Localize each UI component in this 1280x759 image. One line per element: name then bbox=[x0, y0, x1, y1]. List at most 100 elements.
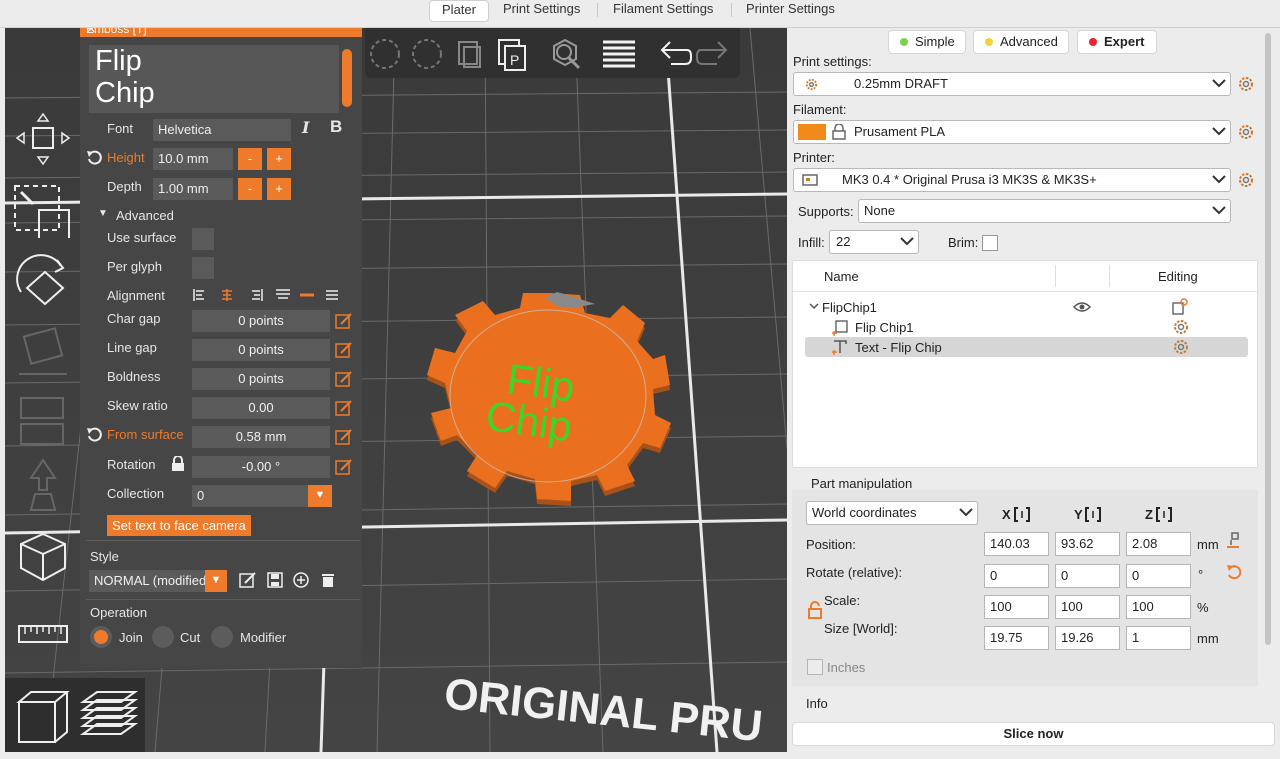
undo-icon[interactable] bbox=[653, 34, 693, 74]
paint-supports-icon[interactable] bbox=[13, 456, 73, 514]
filament-combo[interactable]: Prusament PLA bbox=[793, 120, 1231, 144]
gear-icon[interactable] bbox=[1237, 75, 1255, 93]
italic-icon[interactable]: I bbox=[302, 118, 309, 137]
size-x-input[interactable]: 19.75 bbox=[984, 626, 1049, 650]
cut-icon[interactable] bbox=[13, 390, 73, 448]
height-minus-button[interactable]: - bbox=[238, 148, 262, 170]
supports-combo[interactable]: None bbox=[858, 199, 1231, 223]
3d-view-icon[interactable] bbox=[11, 684, 75, 748]
gear-icon[interactable] bbox=[1172, 318, 1190, 336]
unlock-icon[interactable] bbox=[807, 601, 823, 619]
height-input[interactable]: 10.0 mm bbox=[153, 148, 233, 170]
boldness-slider[interactable]: 0 points bbox=[192, 368, 330, 390]
rotate-z-input[interactable]: 0 bbox=[1126, 564, 1191, 588]
edit-icon[interactable] bbox=[335, 312, 353, 330]
redo-icon[interactable] bbox=[695, 34, 735, 74]
printer-combo[interactable]: MK3 0.4 * Original Prusa i3 MK3S & MK3S+ bbox=[793, 168, 1231, 192]
edit-icon[interactable] bbox=[335, 428, 353, 446]
skew-ratio-slider[interactable]: 0.00 bbox=[192, 397, 330, 419]
edit-icon[interactable] bbox=[335, 399, 353, 417]
search-icon[interactable] bbox=[545, 34, 585, 74]
infill-combo[interactable]: 22 bbox=[829, 230, 919, 254]
operation-join-radio[interactable] bbox=[90, 626, 112, 648]
depth-plus-button[interactable]: + bbox=[267, 178, 291, 200]
emboss-titlebar[interactable]: Emboss [T] ✕ bbox=[80, 28, 362, 37]
chevron-down-icon[interactable]: ▼ bbox=[308, 485, 332, 507]
position-y-input[interactable]: 93.62 bbox=[1055, 532, 1120, 556]
tab-plater[interactable]: Plater bbox=[429, 0, 489, 22]
reset-icon[interactable] bbox=[86, 426, 102, 442]
measure-icon[interactable] bbox=[13, 612, 73, 670]
mode-simple-button[interactable]: Simple bbox=[888, 30, 966, 54]
collection-select[interactable]: 0 bbox=[192, 485, 308, 507]
mode-expert-button[interactable]: Expert bbox=[1077, 30, 1157, 54]
position-x-input[interactable]: 140.03 bbox=[984, 532, 1049, 556]
place-on-face-icon[interactable] bbox=[13, 324, 73, 382]
save-icon[interactable] bbox=[266, 571, 284, 589]
scale-icon[interactable] bbox=[13, 180, 73, 238]
close-icon[interactable]: ✕ bbox=[86, 28, 356, 36]
object-settings-icon[interactable] bbox=[1171, 298, 1189, 316]
chevron-down-icon[interactable]: ▼ bbox=[98, 208, 108, 219]
reset-icon[interactable] bbox=[86, 149, 102, 165]
font-field[interactable]: Helvetica bbox=[153, 119, 291, 141]
line-gap-slider[interactable]: 0 points bbox=[192, 339, 330, 361]
operation-cut-radio[interactable] bbox=[152, 626, 174, 648]
mode-advanced-button[interactable]: Advanced bbox=[973, 30, 1069, 54]
copy-icon[interactable] bbox=[449, 34, 489, 74]
slice-now-button[interactable]: Slice now bbox=[792, 722, 1275, 746]
drop-to-bed-icon[interactable] bbox=[1225, 531, 1241, 549]
add-icon[interactable] bbox=[292, 571, 310, 589]
depth-input[interactable]: 1.00 mm bbox=[153, 178, 233, 200]
tab-filament-settings[interactable]: Filament Settings bbox=[607, 0, 719, 22]
advanced-toggle[interactable]: Advanced bbox=[116, 208, 174, 223]
height-plus-button[interactable]: + bbox=[267, 148, 291, 170]
inches-checkbox[interactable] bbox=[807, 659, 823, 675]
edit-icon[interactable] bbox=[335, 458, 353, 476]
layers-icon[interactable] bbox=[599, 34, 639, 74]
preview-layers-icon[interactable] bbox=[77, 684, 141, 748]
per-glyph-checkbox[interactable] bbox=[192, 257, 214, 279]
list-item[interactable]: FlipChip1 bbox=[793, 297, 1259, 317]
add-icon[interactable] bbox=[365, 34, 405, 74]
emboss-text-input[interactable]: Flip Chip bbox=[89, 45, 339, 113]
from-surface-slider[interactable]: 0.58 mm bbox=[192, 426, 330, 448]
reset-rotation-icon[interactable] bbox=[1225, 563, 1243, 581]
list-item-selected[interactable]: Text - Flip Chip bbox=[805, 337, 1248, 357]
edit-style-icon[interactable] bbox=[239, 571, 257, 589]
size-y-input[interactable]: 19.26 bbox=[1055, 626, 1120, 650]
move-icon[interactable] bbox=[13, 110, 73, 168]
seam-paint-icon[interactable] bbox=[13, 528, 73, 586]
list-item[interactable]: Flip Chip1 bbox=[793, 317, 1259, 337]
gear-icon[interactable] bbox=[1172, 338, 1190, 356]
rotation-slider[interactable]: -0.00 ° bbox=[192, 456, 330, 478]
bold-icon[interactable]: B bbox=[330, 117, 342, 137]
paste-icon[interactable]: P bbox=[491, 34, 531, 74]
chevron-down-icon[interactable] bbox=[809, 303, 819, 310]
scale-z-input[interactable]: 100 bbox=[1126, 595, 1191, 619]
tab-print-settings[interactable]: Print Settings bbox=[497, 0, 586, 22]
lock-icon[interactable] bbox=[170, 456, 186, 472]
gear-icon[interactable] bbox=[1237, 171, 1255, 189]
print-settings-combo[interactable]: 0.25mm DRAFT bbox=[793, 72, 1231, 96]
text-scrollbar[interactable] bbox=[342, 49, 352, 107]
char-gap-slider[interactable]: 0 points bbox=[192, 310, 330, 332]
coordinates-combo[interactable]: World coordinates bbox=[806, 501, 978, 525]
tab-printer-settings[interactable]: Printer Settings bbox=[740, 0, 841, 22]
brim-checkbox[interactable] bbox=[982, 235, 998, 251]
depth-minus-button[interactable]: - bbox=[238, 178, 262, 200]
style-select[interactable]: NORMAL (modified) bbox=[89, 570, 205, 592]
scale-y-input[interactable]: 100 bbox=[1055, 595, 1120, 619]
eye-icon[interactable] bbox=[1073, 301, 1091, 313]
sidebar-scrollbar[interactable] bbox=[1265, 33, 1271, 645]
scale-x-input[interactable]: 100 bbox=[984, 595, 1049, 619]
use-surface-checkbox[interactable] bbox=[192, 228, 214, 250]
chevron-down-icon[interactable]: ▼ bbox=[205, 570, 227, 592]
edit-icon[interactable] bbox=[335, 370, 353, 388]
rotate-icon[interactable] bbox=[13, 252, 73, 310]
rotate-y-input[interactable]: 0 bbox=[1055, 564, 1120, 588]
rotate-x-input[interactable]: 0 bbox=[984, 564, 1049, 588]
position-z-input[interactable]: 2.08 bbox=[1126, 532, 1191, 556]
gear-icon[interactable] bbox=[1237, 123, 1255, 141]
size-z-input[interactable]: 1 bbox=[1126, 626, 1191, 650]
